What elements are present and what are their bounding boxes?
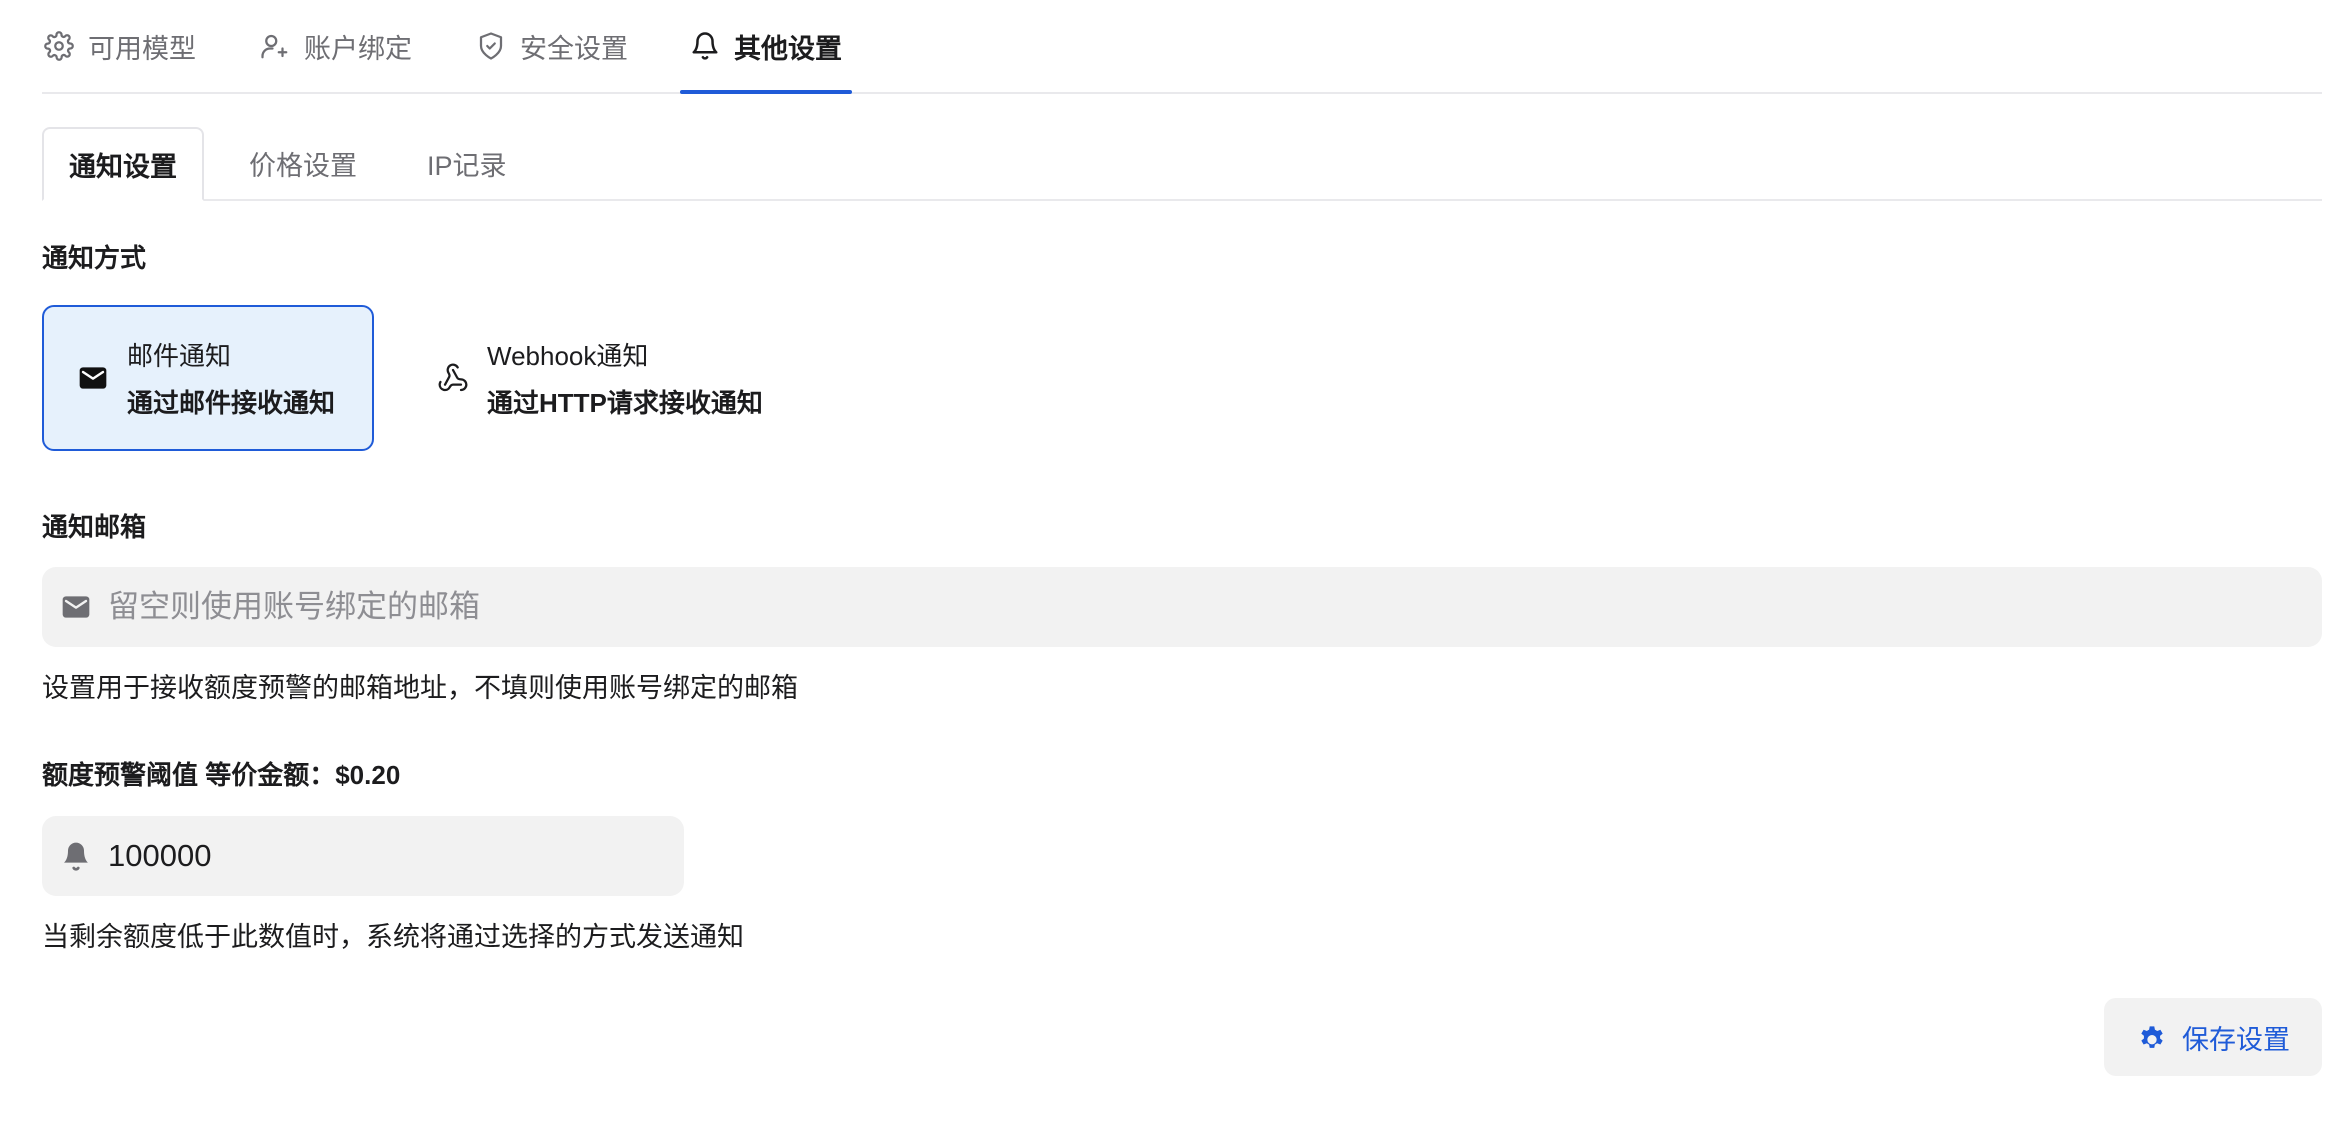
notify-method-label: 通知方式 [42, 243, 147, 273]
quota-threshold-field[interactable] [42, 816, 684, 896]
option-description: 通过邮件接收通知 [127, 388, 336, 418]
gear-filled-icon [2136, 1021, 2168, 1053]
tab-notification-settings[interactable]: 通知设置 [42, 127, 204, 201]
notify-email-help: 设置用于接收额度预警的邮箱地址，不填则使用账号绑定的邮箱 [42, 673, 798, 703]
webhook-notify-option[interactable]: Webhook通知 通过HTTP请求接收通知 [372, 305, 832, 451]
tab-label: 其他设置 [734, 33, 842, 64]
top-tab-bar: 可用模型 账户绑定 安全设置 其他设置 [42, 0, 2322, 94]
gear-icon [44, 31, 74, 61]
notify-email-label: 通知邮箱 [42, 512, 147, 542]
tab-other-settings[interactable]: 其他设置 [680, 0, 852, 94]
notify-email-field[interactable] [42, 567, 2322, 647]
option-title: 邮件通知 [127, 341, 232, 371]
quota-threshold-help: 当剩余额度低于此数值时，系统将通过选择的方式发送通知 [42, 922, 744, 952]
notify-email-input[interactable] [106, 588, 2146, 626]
option-description: 通过HTTP请求接收通知 [487, 388, 763, 418]
tab-available-models[interactable]: 可用模型 [42, 0, 198, 92]
tab-label: 可用模型 [88, 33, 196, 64]
tab-price-settings[interactable]: 价格设置 [224, 127, 382, 199]
tab-label: 账户绑定 [304, 33, 412, 64]
settings-page: 可用模型 账户绑定 安全设置 其他设置 通知设置 价格设置 IP记录 通知方式 … [0, 0, 2336, 1142]
quota-threshold-label: 额度预警阈值 等价金额：$0.20 [42, 760, 401, 790]
save-settings-button[interactable]: 保存设置 [2104, 998, 2322, 1076]
mail-icon [77, 362, 109, 394]
quota-threshold-input[interactable] [106, 837, 672, 875]
shield-check-icon [476, 31, 506, 61]
tab-account-binding[interactable]: 账户绑定 [258, 0, 414, 92]
user-plus-icon [260, 31, 290, 61]
tab-security-settings[interactable]: 安全设置 [474, 0, 630, 92]
bell-icon [60, 840, 92, 872]
tab-label: 安全设置 [520, 33, 628, 64]
mail-icon [60, 591, 92, 623]
option-title: Webhook通知 [487, 341, 649, 371]
save-button-label: 保存设置 [2182, 1024, 2290, 1055]
bell-icon [690, 31, 720, 61]
sub-tab-bar: 通知设置 价格设置 IP记录 [42, 127, 2322, 201]
webhook-icon [437, 362, 469, 394]
tab-ip-records[interactable]: IP记录 [402, 127, 532, 199]
email-notify-option[interactable]: 邮件通知 通过邮件接收通知 [42, 305, 374, 451]
email-notify-text: 邮件通知 通过邮件接收通知 [127, 336, 335, 420]
webhook-notify-text: Webhook通知 通过HTTP请求接收通知 [487, 336, 763, 420]
